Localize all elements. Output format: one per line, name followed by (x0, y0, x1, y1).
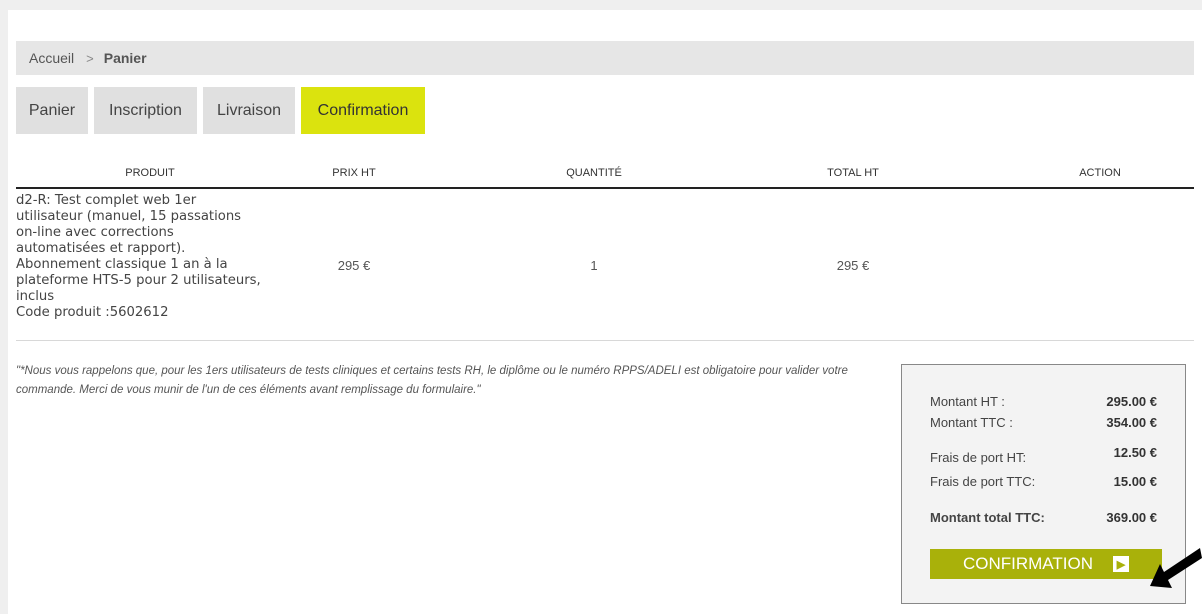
product-quantity: 1 (590, 258, 598, 273)
breadcrumb-current: Panier (103, 50, 147, 66)
summary-shipping-ht-label: Frais de port HT: (930, 450, 1027, 465)
legal-note: "*Nous vous rappelons que, pour les 1ers… (16, 365, 848, 396)
header-total: TOTAL HT (827, 167, 879, 179)
confirmation-label: CONFIRMATION (962, 554, 1093, 573)
summary-total-row: Montant total TTC: 369.00 € (930, 510, 1157, 525)
breadcrumb-home-link[interactable]: Accueil (29, 50, 74, 66)
tab-livraison[interactable]: Livraison (203, 87, 295, 134)
arrow-right-icon: ▶ (1113, 556, 1129, 572)
summary-ht-label: Montant HT : (930, 394, 1005, 409)
product-name: d2-R: Test complet web 1er utilisateur (… (16, 193, 261, 304)
checkout-steps: Panier Inscription Livraison Confirmatio… (16, 87, 431, 134)
chevron-right-icon: > (86, 50, 94, 66)
summary-total-label: Montant total TTC: (930, 510, 1045, 525)
product-price: 295 € (337, 258, 371, 273)
order-summary: Montant HT : 295.00 € Montant TTC : 354.… (901, 364, 1186, 604)
summary-shipping-ht-value: 12.50 € (1113, 445, 1157, 460)
header-action: ACTION (1079, 167, 1121, 179)
product-total: 295 € (836, 258, 870, 273)
table-header: PRODUIT PRIX HT QUANTITÉ TOTAL HT ACTION (16, 162, 1194, 189)
summary-shipping-ht-row: Frais de port HT: 12.50 € (930, 445, 1157, 465)
summary-ttc-label: Montant TTC : (930, 415, 1013, 430)
summary-ht-value: 295.00 € (1106, 394, 1157, 409)
header-product: PRODUIT (125, 167, 175, 179)
product-code: Code produit :5602612 (16, 305, 169, 320)
summary-shipping-ttc-value: 15.00 € (1113, 474, 1157, 489)
summary-shipping-ttc-row: Frais de port TTC: 15.00 € (930, 474, 1157, 489)
breadcrumb: Accueil > Panier (16, 41, 1194, 75)
summary-ttc-row: Montant TTC : 354.00 € (930, 415, 1157, 430)
confirmation-button[interactable]: CONFIRMATION ▶ (930, 549, 1162, 579)
product-description: d2-R: Test complet web 1er utilisateur (… (16, 193, 261, 321)
header-price: PRIX HT (332, 167, 376, 179)
header-quantity: QUANTITÉ (566, 167, 622, 179)
black-arrow-pointer-icon (1150, 548, 1202, 588)
cart-table: PRODUIT PRIX HT QUANTITÉ TOTAL HT ACTION… (16, 162, 1194, 341)
summary-shipping-ttc-label: Frais de port TTC: (930, 474, 1036, 489)
table-row: d2-R: Test complet web 1er utilisateur (… (16, 189, 1194, 341)
tab-confirmation[interactable]: Confirmation (301, 87, 425, 134)
tab-panier[interactable]: Panier (16, 87, 88, 134)
summary-ttc-value: 354.00 € (1106, 415, 1157, 430)
summary-total-value: 369.00 € (1106, 510, 1157, 525)
summary-ht-row: Montant HT : 295.00 € (930, 394, 1157, 409)
tab-inscription[interactable]: Inscription (94, 87, 197, 134)
